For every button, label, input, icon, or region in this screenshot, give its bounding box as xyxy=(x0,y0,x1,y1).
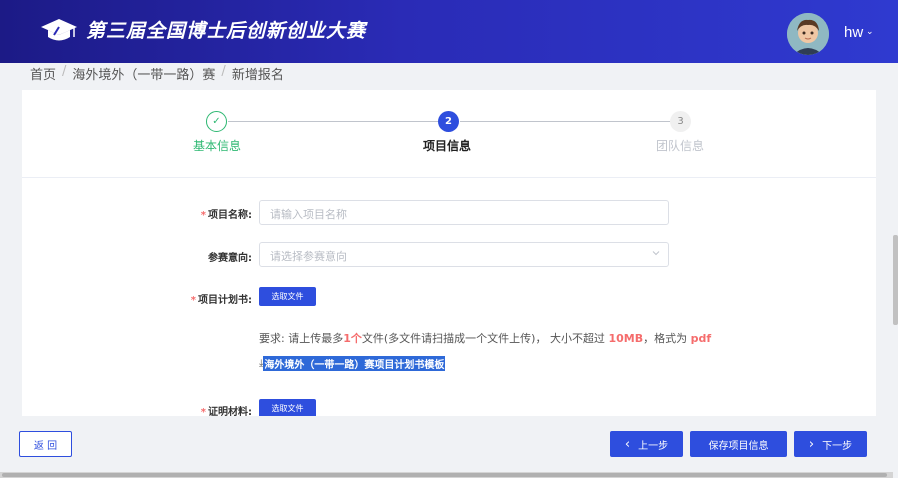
step-1-label: 基本信息 xyxy=(193,139,242,153)
note-prefix: 要求: 请上传最多 xyxy=(259,332,344,345)
step-1-check-icon: ✓ xyxy=(206,111,227,132)
intent-label: 参赛意向: xyxy=(172,249,252,264)
note-middle: 文件(多文件请扫描成一个文件上传)， 大小不超过 xyxy=(361,332,609,345)
step-2-number: 2 xyxy=(438,111,459,132)
note-count: 1个 xyxy=(343,332,362,345)
step-connector xyxy=(460,121,670,122)
graduation-cap-icon xyxy=(41,19,77,41)
chevron-down-icon xyxy=(652,251,660,256)
note-sep: ，格式为 xyxy=(643,332,691,345)
top-header: 第三届全国博士后创新创业大赛 hw ⌄ xyxy=(0,0,898,63)
chevron-right-icon: › xyxy=(808,436,815,452)
horizontal-scrollbar[interactable] xyxy=(2,473,887,477)
next-step-button[interactable]: › 下一步 xyxy=(794,431,867,457)
step-connector xyxy=(228,121,438,122)
upload-requirement-note: 要求: 请上传最多1个文件(多文件请扫描成一个文件上传)， 大小不超过 10MB… xyxy=(259,330,711,346)
note-format: pdf xyxy=(690,332,712,345)
save-project-button[interactable]: 保存项目信息 xyxy=(690,431,787,457)
form-card: ✓ 基本信息 2 项目信息 3 团队信息 * 项目名称: 请输入项目名称 参赛意向… xyxy=(22,90,876,416)
steps-bar: ✓ 基本信息 2 项目信息 3 团队信息 xyxy=(22,90,876,178)
proof-label-text: 证明材料: xyxy=(208,407,252,416)
user-name[interactable]: hw xyxy=(844,24,863,41)
back-button[interactable]: 返 回 xyxy=(19,431,72,457)
note-size: 10MB xyxy=(608,332,644,345)
breadcrumb-competition[interactable]: 海外境外（一带一路）赛 xyxy=(72,64,215,83)
proof-label: * 证明材料: xyxy=(172,403,252,416)
template-download-link[interactable]: ⤓ 海外境外（一带一路）赛项目计划书模板 xyxy=(259,356,446,371)
required-mark: * xyxy=(190,295,196,306)
proof-upload-button[interactable]: 选取文件 xyxy=(259,399,316,416)
required-mark: * xyxy=(200,210,206,221)
plan-upload-button[interactable]: 选取文件 xyxy=(259,287,316,306)
intent-label-text: 参赛意向: xyxy=(208,253,252,264)
vertical-scrollbar[interactable] xyxy=(893,235,898,325)
avatar-image xyxy=(787,13,829,55)
project-name-label: * 项目名称: xyxy=(172,206,252,221)
avatar[interactable] xyxy=(787,13,829,55)
prev-step-label: 上一步 xyxy=(638,440,669,452)
project-name-input[interactable]: 请输入项目名称 xyxy=(259,200,669,225)
plan-label: * 项目计划书: xyxy=(172,291,252,306)
intent-select[interactable]: 请选择参赛意向 xyxy=(259,242,669,267)
breadcrumb-home[interactable]: 首页 xyxy=(30,64,56,83)
breadcrumb-separator: / xyxy=(221,64,226,79)
intent-placeholder: 请选择参赛意向 xyxy=(270,250,347,263)
next-step-label: 下一步 xyxy=(822,440,853,452)
chevron-left-icon: ‹ xyxy=(624,436,631,452)
step-3-label: 团队信息 xyxy=(656,139,705,153)
breadcrumb-current: 新增报名 xyxy=(231,68,284,83)
plan-label-text: 项目计划书: xyxy=(198,295,252,306)
step-3-number: 3 xyxy=(670,111,691,132)
template-link-text[interactable]: 海外境外（一带一路）赛项目计划书模板 xyxy=(263,356,446,371)
app-title: 第三届全国博士后创新创业大赛 xyxy=(86,20,367,42)
project-name-label-text: 项目名称: xyxy=(208,210,252,221)
step-2-label: 项目信息 xyxy=(423,139,472,153)
prev-step-button[interactable]: ‹ 上一步 xyxy=(610,431,683,457)
breadcrumb-separator: / xyxy=(62,64,67,79)
project-name-placeholder: 请输入项目名称 xyxy=(270,208,347,221)
required-mark: * xyxy=(200,407,206,416)
chevron-down-icon[interactable]: ⌄ xyxy=(866,27,874,37)
breadcrumb: 首页 / 海外境外（一带一路）赛 / 新增报名 xyxy=(30,64,284,83)
